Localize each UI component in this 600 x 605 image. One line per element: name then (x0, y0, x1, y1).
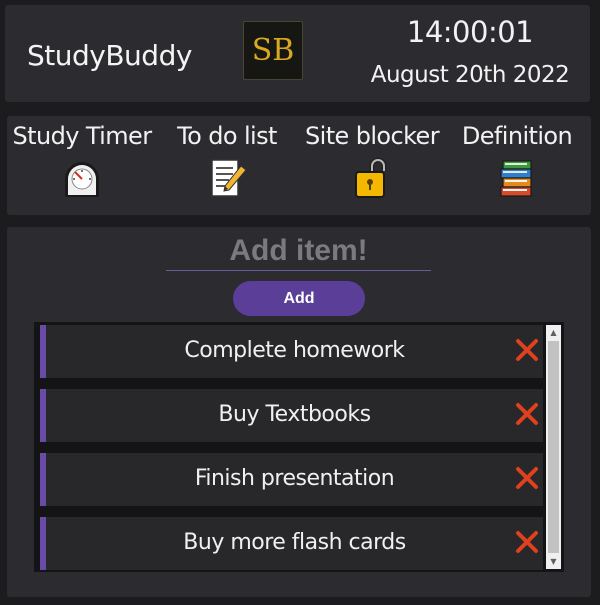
nav-item-definition[interactable]: Definition (442, 122, 592, 199)
lock-icon (355, 157, 387, 198)
nav-item-site-blocker[interactable]: Site blocker (297, 122, 447, 199)
todo-item-text: Buy more flash cards (183, 530, 406, 555)
stopwatch-icon (65, 162, 99, 197)
cross-mark-icon[interactable] (513, 400, 541, 428)
nav-label: Site blocker (305, 122, 440, 150)
todo-list: Complete homework Buy Textbooks Finish p… (34, 322, 564, 572)
todo-item: Complete homework (40, 325, 543, 378)
todo-item: Finish presentation (40, 453, 543, 506)
nav-item-study-timer[interactable]: Study Timer (7, 122, 157, 199)
memo-icon (211, 159, 247, 197)
logo-text: SB (251, 33, 295, 68)
todo-item: Buy Textbooks (40, 389, 543, 442)
app-title: StudyBuddy (27, 39, 192, 72)
clock-time: 14:00:01 (406, 15, 534, 49)
scrollbar[interactable]: ▲ ▼ (546, 325, 561, 569)
todo-item-text: Finish presentation (194, 466, 395, 491)
cross-mark-icon[interactable] (513, 528, 541, 556)
nav-label: Definition (461, 122, 573, 150)
cross-mark-icon[interactable] (513, 464, 541, 492)
todo-item: Buy more flash cards (40, 517, 543, 570)
add-button[interactable]: Add (233, 281, 365, 316)
nav-label: Study Timer (12, 122, 153, 150)
books-icon (500, 160, 532, 197)
scrollbar-thumb[interactable] (548, 341, 559, 553)
logo: SB (243, 21, 303, 80)
nav-label: To do list (177, 122, 277, 150)
cross-mark-icon[interactable] (513, 336, 541, 364)
todo-item-text: Buy Textbooks (218, 402, 371, 427)
feature-nav: Study Timer To do list Site blocker Defi… (7, 116, 591, 215)
add-item-input[interactable] (166, 231, 431, 271)
clock-date: August 20th 2022 (370, 62, 570, 88)
scroll-up-icon[interactable]: ▲ (546, 325, 561, 340)
scroll-down-icon[interactable]: ▼ (546, 554, 561, 569)
nav-item-todo-list[interactable]: To do list (152, 122, 302, 199)
header-bar: StudyBuddy SB 14:00:01 August 20th 2022 (5, 5, 590, 102)
todo-item-text: Complete homework (184, 338, 405, 363)
todo-panel: Add Complete homework Buy Textbooks Fini… (7, 227, 591, 597)
